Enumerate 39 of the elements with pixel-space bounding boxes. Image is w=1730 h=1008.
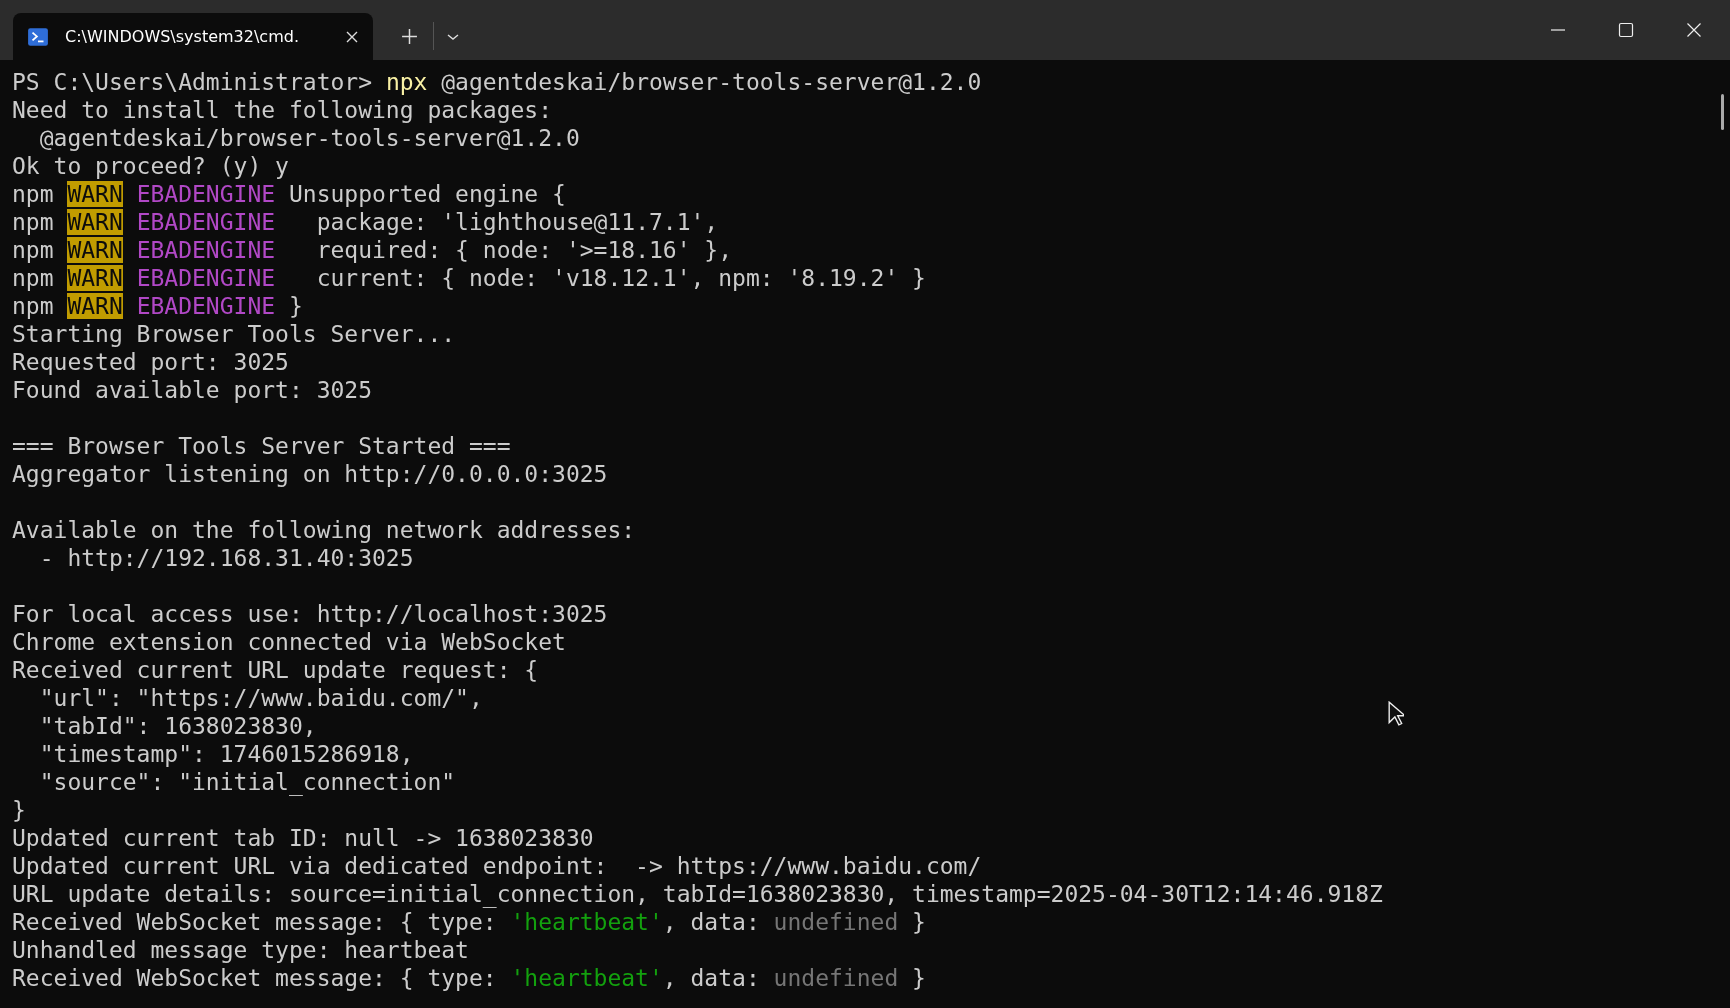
terminal-line: Received current URL update request: { bbox=[12, 656, 539, 684]
terminal-line: For local access use: http://localhost:3025 bbox=[12, 600, 608, 628]
shell-icon bbox=[27, 25, 49, 48]
scrollbar-thumb[interactable] bbox=[1721, 94, 1724, 130]
terminal-line: Received WebSocket message: { type: 'heartbeat', data: undefined } bbox=[12, 964, 926, 992]
terminal-line: Available on the following network addresses: bbox=[12, 516, 636, 544]
terminal-line: URL update details: source=initial_connection, tabId=1638023830, timestamp=2025-04-30T12:14:46.918Z bbox=[12, 880, 1383, 908]
terminal-line: Ok to proceed? (y) y bbox=[12, 152, 289, 180]
terminal-line: Chrome extension connected via WebSocket bbox=[12, 628, 566, 656]
terminal-line: npm WARN EBADENGINE Unsupported engine { bbox=[12, 180, 566, 208]
terminal-line: Need to install the following packages: bbox=[12, 96, 553, 124]
terminal-line: @agentdeskai/browser-tools-server@1.2.0 bbox=[38, 124, 580, 152]
terminal-line: Found available port: 3025 bbox=[12, 376, 373, 404]
terminal-line: npm WARN EBADENGINE } bbox=[12, 292, 303, 320]
close-tab-icon[interactable] bbox=[345, 29, 359, 44]
terminal-line: npm WARN EBADENGINE current: { node: 'v18.12.1', npm: '8.19.2' } bbox=[12, 264, 926, 292]
terminal-line: Updated current tab ID: null -> 1638023830 bbox=[12, 824, 594, 852]
terminal-line: "source": "initial_connection" bbox=[38, 768, 456, 796]
terminal-line: } bbox=[12, 796, 26, 824]
terminal-line: "url": "https://www.baidu.com/", bbox=[38, 684, 483, 712]
terminal-line: PS C:\Users\Administrator> npx @agentdeskai/browser-tools-server@1.2.0 bbox=[12, 68, 982, 96]
terminal-line: === Browser Tools Server Started === bbox=[12, 432, 511, 460]
terminal-line: "tabId": 1638023830, bbox=[38, 712, 317, 740]
new-tab-icon[interactable] bbox=[401, 28, 418, 45]
maximize-icon[interactable] bbox=[1618, 22, 1634, 38]
terminal-line: Received WebSocket message: { type: 'heartbeat', data: undefined } bbox=[12, 908, 926, 936]
chevron-down-icon[interactable] bbox=[446, 32, 460, 42]
terminal-line: Updated current URL via dedicated endpoint: -> https://www.baidu.com/ bbox=[12, 852, 982, 880]
terminal-line: Aggregator listening on http://0.0.0.0:3025 bbox=[12, 460, 608, 488]
mouse-pointer-icon bbox=[1388, 701, 1404, 726]
terminal-line: Starting Browser Tools Server... bbox=[12, 320, 456, 348]
close-icon[interactable] bbox=[1686, 22, 1702, 38]
terminal-line: "timestamp": 1746015286918, bbox=[38, 740, 414, 768]
terminal-tab[interactable]: C:\WINDOWS\system32\cmd. bbox=[13, 13, 373, 60]
terminal-line: Requested port: 3025 bbox=[12, 348, 289, 376]
terminal-line: npm WARN EBADENGINE required: { node: '>=18.16' }, bbox=[12, 236, 733, 264]
terminal-line: npm WARN EBADENGINE package: 'lighthouse@11.7.1', bbox=[12, 208, 719, 236]
terminal-line: Unhandled message type: heartbeat bbox=[12, 936, 469, 964]
terminal-line: - http://192.168.31.40:3025 bbox=[38, 544, 414, 572]
